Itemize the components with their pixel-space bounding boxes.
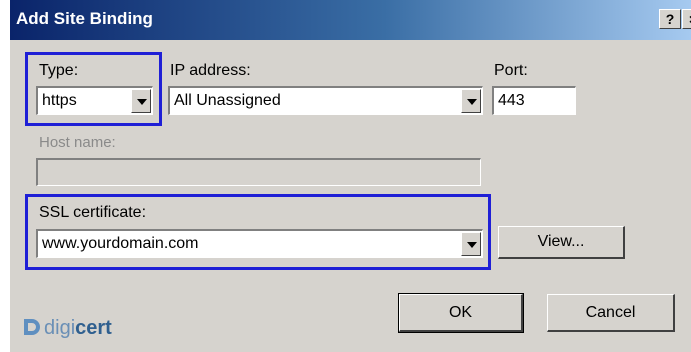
ssl-certificate-select[interactable]: www.yourdomain.com	[36, 229, 483, 258]
cancel-button[interactable]: Cancel	[547, 294, 675, 332]
digicert-logo: digicert	[20, 316, 112, 340]
logo-text-suffix: cert	[75, 317, 112, 339]
type-select[interactable]: https	[36, 86, 153, 115]
ip-address-select[interactable]: All Unassigned	[168, 86, 483, 115]
port-label: Port:	[494, 62, 528, 79]
chevron-down-icon[interactable]	[461, 232, 481, 256]
port-input[interactable]: 443	[492, 86, 576, 115]
ip-address-select-value: All Unassigned	[174, 92, 281, 109]
chevron-down-icon[interactable]	[131, 89, 151, 113]
title-bar[interactable]: Add Site Binding ? ×	[10, 0, 691, 40]
view-button[interactable]: View...	[498, 226, 625, 259]
logo-text-prefix: digi	[44, 317, 76, 339]
chevron-down-icon[interactable]	[461, 89, 481, 113]
type-label: Type:	[39, 62, 79, 79]
host-name-input	[36, 158, 481, 186]
type-select-value: https	[42, 92, 77, 109]
digicert-logo-icon	[24, 319, 40, 335]
add-site-binding-dialog: Add Site Binding ? × Type: https IP addr…	[10, 0, 691, 352]
host-name-label: Host name:	[39, 134, 116, 151]
ssl-certificate-label: SSL certificate:	[39, 204, 147, 221]
help-button[interactable]: ?	[659, 9, 681, 29]
ssl-certificate-select-value: www.yourdomain.com	[42, 235, 199, 252]
close-button[interactable]: ×	[682, 9, 691, 29]
ok-button[interactable]: OK	[398, 293, 524, 333]
ip-address-label: IP address:	[170, 62, 251, 79]
dialog-title: Add Site Binding	[16, 9, 153, 28]
